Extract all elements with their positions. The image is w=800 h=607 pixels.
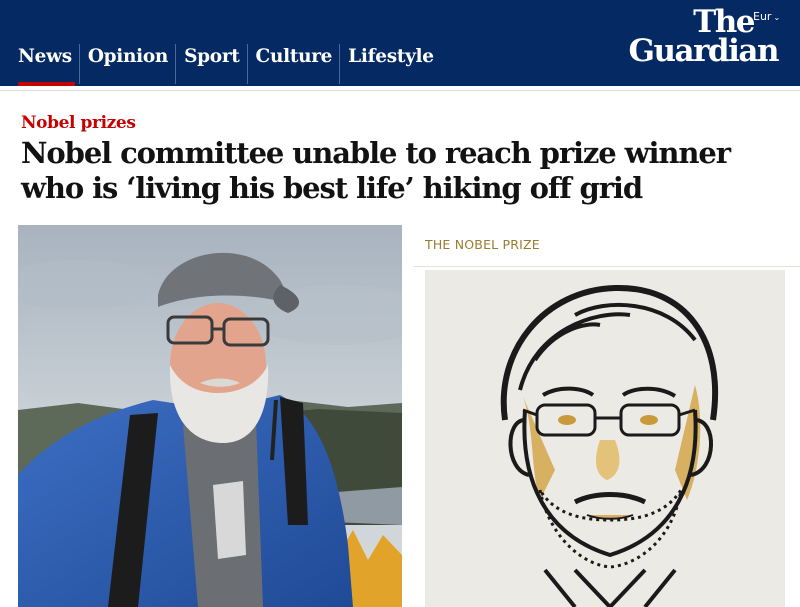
nav-item-opinion[interactable]: Opinion	[78, 44, 176, 84]
masthead: Eur ⌄ The Guardian News Opinion Sport Cul…	[0, 0, 800, 86]
selfie-photo	[18, 225, 402, 607]
section-kicker[interactable]: Nobel prizes	[21, 113, 136, 133]
article-headline: Nobel committee unable to reach prize wi…	[21, 136, 731, 205]
nobel-label-divider	[413, 266, 800, 267]
nobel-prize-label: THE NOBEL PRIZE	[425, 237, 540, 252]
laureate-illustration-art	[425, 270, 785, 607]
header-divider	[0, 86, 800, 91]
nav-item-news[interactable]: News	[18, 46, 80, 68]
laureate-illustration	[425, 270, 785, 607]
nav-item-culture[interactable]: Culture	[246, 44, 341, 84]
nav-item-lifestyle[interactable]: Lifestyle	[339, 44, 442, 84]
guardian-logo[interactable]: The Guardian	[628, 7, 779, 69]
primary-nav: News Opinion Sport Culture Lifestyle	[18, 44, 450, 84]
nobel-panel: THE NOBEL PRIZE	[413, 225, 800, 607]
nav-item-sport[interactable]: Sport	[175, 44, 247, 84]
logo-line-guardian: Guardian	[628, 32, 779, 69]
selfie-photo-art	[18, 225, 402, 607]
